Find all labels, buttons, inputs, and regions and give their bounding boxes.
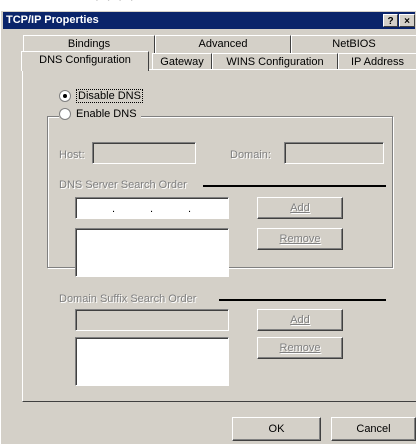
clipped-text-strip: ﾟ ﾟ ﾟ ﾟ [0,0,416,9]
enable-dns-radio[interactable]: Enable DNS [59,108,141,120]
button-label: Remove [279,342,321,354]
disable-dns-label: Disable DNS [76,89,143,103]
host-field[interactable] [92,142,196,164]
host-label: Host: [59,149,85,161]
close-button[interactable]: × [399,14,415,27]
domain-field[interactable] [284,142,384,164]
tab-netbios[interactable]: NetBIOS [291,35,416,53]
radio-selected-icon [59,90,71,102]
domain-suffix-field[interactable] [75,309,229,331]
ok-button[interactable]: OK [232,417,321,441]
remove-domain-suffix-button[interactable]: Remove [257,337,343,359]
button-label: Add [290,202,310,214]
tab-label: DNS Configuration [39,54,131,66]
tab-label: WINS Configuration [226,56,324,68]
help-icon: ? [387,16,394,27]
button-label: OK [268,423,285,435]
ip-dot: . [112,203,116,215]
domain-suffix-search-order-label: Domain Suffix Search Order [59,293,197,305]
clipped-text: ﾟ ﾟ ﾟ ﾟ [95,0,138,9]
tab-dns-configuration[interactable]: DNS Configuration [21,51,149,71]
dns-server-ip-field[interactable]: . . . [75,197,229,219]
cancel-button[interactable]: Cancel [331,417,416,441]
tab-advanced[interactable]: Advanced [155,35,291,53]
ip-dot: . [188,203,192,215]
add-dns-server-button[interactable]: Add [257,197,343,219]
tab-label: Bindings [67,38,111,50]
tab-label: IP Address [351,56,404,68]
dns-server-list[interactable] [75,228,229,277]
add-domain-suffix-button[interactable]: Add [257,309,343,331]
group-separator-line [219,299,386,301]
enable-dns-label: Enable DNS [76,108,137,120]
title-bar: TCP/IP Properties ? × [3,12,415,29]
group-separator-line [203,185,386,187]
disable-dns-radio[interactable]: Disable DNS [59,89,143,103]
dns-configuration-panel: Disable DNS Enable DNS Host: Domain: DNS… [22,69,416,402]
button-label: Cancel [356,423,391,435]
tab-label: Advanced [198,38,248,50]
tab-label: Gateway [160,56,204,68]
remove-dns-server-button[interactable]: Remove [257,228,343,250]
ip-dot: . [150,203,154,215]
button-label: Remove [279,233,321,245]
help-button[interactable]: ? [383,14,398,27]
tab-label: NetBIOS [332,38,376,50]
close-icon: × [404,16,410,27]
domain-suffix-list[interactable] [75,337,229,386]
button-label: Add [290,314,310,326]
radio-unselected-icon [59,108,71,120]
window-title: TCP/IP Properties [6,14,99,26]
domain-label: Domain: [230,149,271,161]
dns-server-search-order-label: DNS Server Search Order [59,179,187,191]
